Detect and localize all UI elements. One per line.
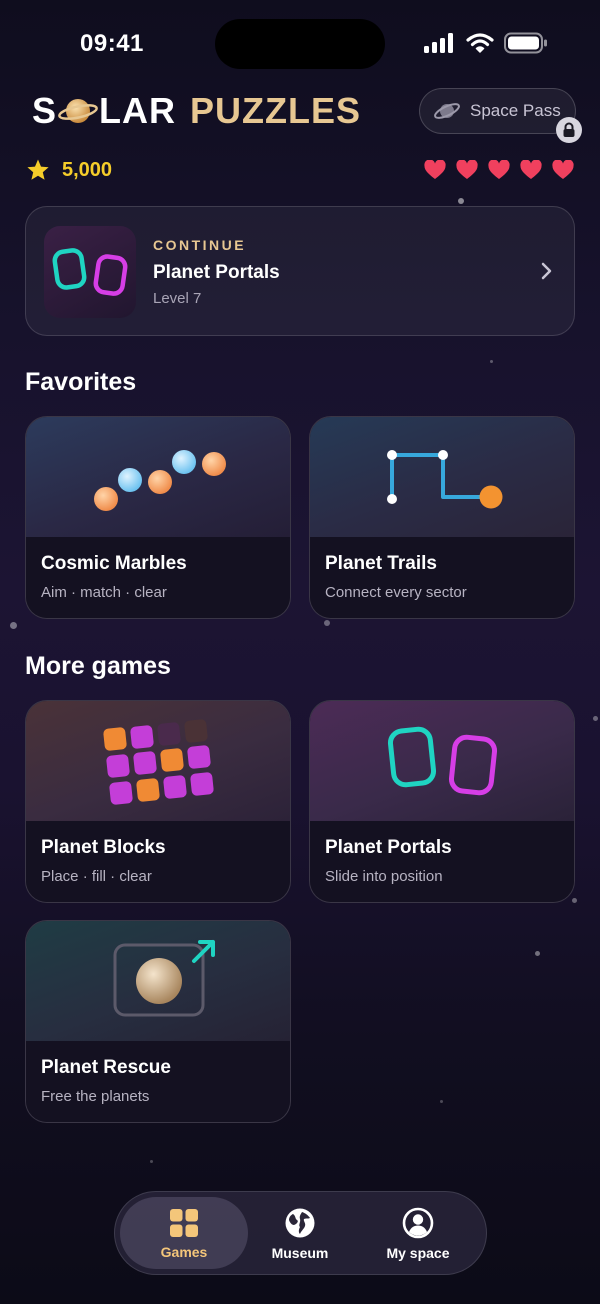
dynamic-island (215, 19, 385, 69)
favorites-heading: Favorites (25, 368, 137, 396)
more-games-heading: More games (25, 652, 171, 680)
logo-text-lar: LAR (99, 90, 177, 131)
saturn-icon (58, 99, 98, 123)
planet-rescue-art (26, 921, 290, 1041)
continue-card[interactable]: CONTINUE Planet Portals Level 7 (25, 206, 575, 336)
space-pass-button[interactable]: Space Pass (419, 88, 576, 134)
continue-thumbnail (44, 226, 136, 318)
nav-item-museum[interactable]: Museum (241, 1192, 359, 1276)
nav-label: Museum (271, 1245, 329, 1261)
game-subtitle: Slide into position (325, 868, 443, 885)
game-card-planet-portals[interactable]: Planet Portals Slide into position (309, 700, 575, 903)
heart-icon (488, 160, 510, 179)
wifi-icon (466, 33, 494, 53)
heart-icon (520, 160, 542, 179)
game-subtitle: Aim · match · clear (41, 584, 167, 601)
heart-icon (456, 160, 478, 179)
logo-text-puzzles: PUZZLES (190, 90, 362, 131)
grid-icon (170, 1209, 198, 1237)
game-subtitle: Free the planets (41, 1088, 150, 1105)
nav-label: Games (160, 1244, 208, 1260)
game-card-cosmic-marbles[interactable]: Cosmic Marbles Aim · match · clear (25, 416, 291, 619)
points-value: 5,000 (62, 158, 113, 181)
game-title: Planet Rescue (41, 1057, 171, 1078)
game-subtitle: Connect every sector (325, 584, 467, 601)
heart-icon (552, 160, 574, 179)
nav-item-games[interactable]: Games (125, 1192, 243, 1276)
space-pass-label: Space Pass (470, 101, 561, 120)
battery-icon (504, 32, 547, 54)
points-display: 5,000 (26, 158, 112, 182)
app-logo: S LAR PUZZLES (32, 90, 361, 132)
continue-level: Level 7 (153, 290, 202, 307)
planet-portals-art (310, 701, 574, 821)
lock-icon (556, 117, 582, 143)
chevron-right-icon (541, 262, 552, 280)
game-title: Planet Portals (325, 837, 452, 858)
game-card-planet-blocks[interactable]: Planet Blocks Place · fill · clear (25, 700, 291, 903)
cosmic-marbles-art (26, 417, 290, 537)
nav-label: My space (386, 1245, 450, 1261)
game-title: Cosmic Marbles (41, 553, 187, 574)
game-card-planet-rescue[interactable]: Planet Rescue Free the planets (25, 920, 291, 1123)
heart-icon (424, 160, 446, 179)
status-time: 09:41 (80, 30, 144, 57)
lives-display (424, 160, 574, 180)
game-title: Planet Blocks (41, 837, 166, 858)
game-card-planet-trails[interactable]: Planet Trails Connect every sector (309, 416, 575, 619)
game-subtitle: Place · fill · clear (41, 868, 152, 885)
game-title: Planet Trails (325, 553, 437, 574)
planet-ring-icon (434, 103, 460, 119)
globe-icon (285, 1208, 315, 1238)
signal-icon (424, 33, 453, 53)
logo-text-s: S (32, 90, 58, 131)
continue-title: Planet Portals (153, 262, 280, 283)
planet-trails-art (310, 417, 574, 537)
continue-eyebrow: CONTINUE (153, 237, 247, 253)
planet-blocks-art (26, 701, 290, 821)
nav-item-my-space[interactable]: My space (359, 1192, 477, 1276)
star-icon (27, 159, 49, 180)
user-icon (402, 1207, 434, 1239)
bottom-nav: Games Museum My space (114, 1191, 487, 1275)
status-icons (424, 32, 548, 54)
